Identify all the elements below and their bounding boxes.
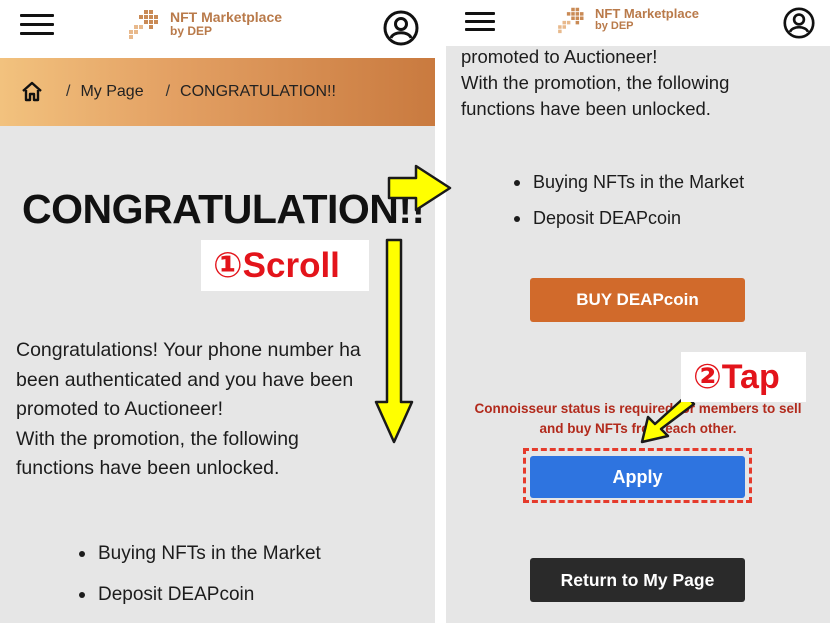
message-line: With the promotion, the following <box>16 427 299 450</box>
breadcrumb: / My Page / CONGRATULATION!! <box>0 58 435 126</box>
unlocked-functions-list: Buying NFTs in the Market Deposit DEAPco… <box>514 170 744 231</box>
top-bar: NFT Marketplace by DEP <box>446 0 830 46</box>
list-item: Deposit DEAPcoin <box>514 206 744 231</box>
logo-title: NFT Marketplace <box>170 9 283 26</box>
user-profile-icon[interactable] <box>383 10 419 46</box>
notice-line: and buy NFTs from each other. <box>539 421 737 436</box>
buy-deapcoin-button[interactable]: BUY DEAPcoin <box>530 278 745 322</box>
home-icon[interactable] <box>20 80 44 104</box>
promotion-message: Congratulations! Your phone number ha be… <box>16 336 361 484</box>
top-bar: NFT Marketplace by DEP <box>0 0 435 58</box>
apply-button[interactable]: Apply <box>530 456 745 498</box>
logo-subtitle: by DEP <box>170 24 213 39</box>
list-item: Buying NFTs in the Market <box>514 170 744 195</box>
return-to-my-page-button[interactable]: Return to My Page <box>530 558 745 602</box>
gavel-logo-icon <box>129 10 158 39</box>
gavel-logo-icon <box>558 7 584 34</box>
message-line: promoted to Auctioneer! <box>461 46 658 67</box>
message-line: Congratulations! Your phone number ha <box>16 339 361 361</box>
breadcrumb-separator: / <box>66 83 71 100</box>
logo-subtitle: by DEP <box>595 20 634 33</box>
hamburger-menu-icon[interactable] <box>465 12 495 31</box>
message-line: With the promotion, the following <box>461 72 730 93</box>
page-heading: CONGRATULATION!! <box>22 186 425 232</box>
user-profile-icon[interactable] <box>783 7 815 39</box>
list-item: Deposit DEAPcoin <box>79 581 321 609</box>
left-phone-screen: NFT Marketplace by DEP / My Page / CONGR… <box>0 0 435 623</box>
message-line: promoted to Auctioneer! <box>16 398 224 420</box>
right-phone-screen: NFT Marketplace by DEP promoted to Aucti… <box>446 0 830 623</box>
unlocked-functions-list: Buying NFTs in the Market Deposit DEAPco… <box>79 540 321 609</box>
message-line: functions have been unlocked. <box>461 98 711 119</box>
promotion-message: promoted to Auctioneer! With the promoti… <box>461 44 729 122</box>
notice-line: Connoisseur status is required for membe… <box>474 401 802 416</box>
message-line: functions have been unlocked. <box>16 457 280 479</box>
connoisseur-notice: Connoisseur status is required for membe… <box>456 399 820 439</box>
breadcrumb-current-page: CONGRATULATION!! <box>180 83 336 100</box>
hamburger-menu-icon[interactable] <box>20 14 54 36</box>
logo-title: NFT Marketplace <box>595 6 700 22</box>
app-logo[interactable]: NFT Marketplace by DEP <box>557 6 699 34</box>
app-logo[interactable]: NFT Marketplace by DEP <box>128 8 282 40</box>
step-2-tap-callout: ②Tap <box>681 352 806 402</box>
breadcrumb-separator: / <box>165 83 171 100</box>
step-1-scroll-callout: ①Scroll <box>201 240 369 291</box>
breadcrumb-my-page[interactable]: My Page <box>80 83 143 101</box>
list-item: Buying NFTs in the Market <box>79 540 321 568</box>
message-line: been authenticated and you have been <box>16 368 354 391</box>
